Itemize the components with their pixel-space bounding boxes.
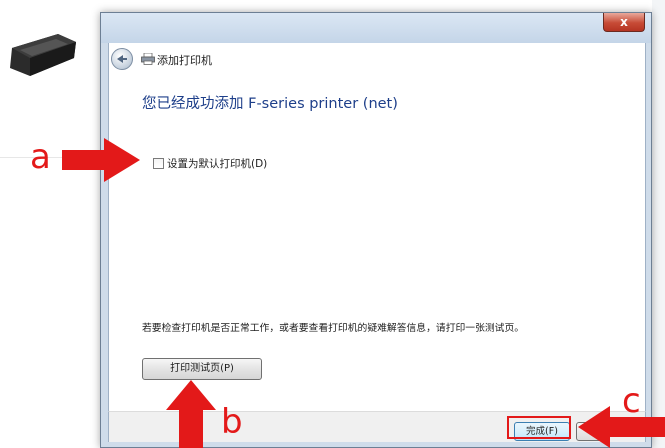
- close-button[interactable]: x: [603, 13, 645, 32]
- title-bar: x: [101, 13, 651, 43]
- annotation-label-a: a: [30, 137, 51, 177]
- close-icon: x: [620, 15, 628, 29]
- test-page-info-text: 若要检查打印机是否正常工作，或者要查看打印机的疑难解答信息，请打印一张测试页。: [142, 323, 525, 334]
- annotation-arrow-a: [62, 138, 140, 182]
- wizard-content: 添加打印机 您已经成功添加 F-series printer (net) 设置为…: [108, 43, 646, 411]
- annotation-arrow-c: [578, 406, 665, 448]
- annotation-arrow-b: [166, 380, 216, 448]
- wizard-title: 添加打印机: [157, 54, 212, 67]
- background-right-strip: [652, 0, 665, 448]
- printer-product-image: [10, 34, 76, 76]
- print-test-page-button[interactable]: 打印测试页(P): [142, 358, 262, 380]
- set-default-checkbox[interactable]: [153, 157, 164, 169]
- set-default-label: 设置为默认打印机(D): [167, 157, 268, 170]
- printer-icon: [141, 53, 155, 65]
- back-button[interactable]: [111, 48, 133, 70]
- set-default-printer-option[interactable]: 设置为默认打印机(D): [153, 155, 267, 171]
- success-heading: 您已经成功添加 F-series printer (net): [142, 96, 398, 112]
- finish-button-highlight: [507, 416, 571, 439]
- annotation-label-b: b: [221, 402, 243, 442]
- wizard-nav: 添加打印机: [109, 43, 645, 77]
